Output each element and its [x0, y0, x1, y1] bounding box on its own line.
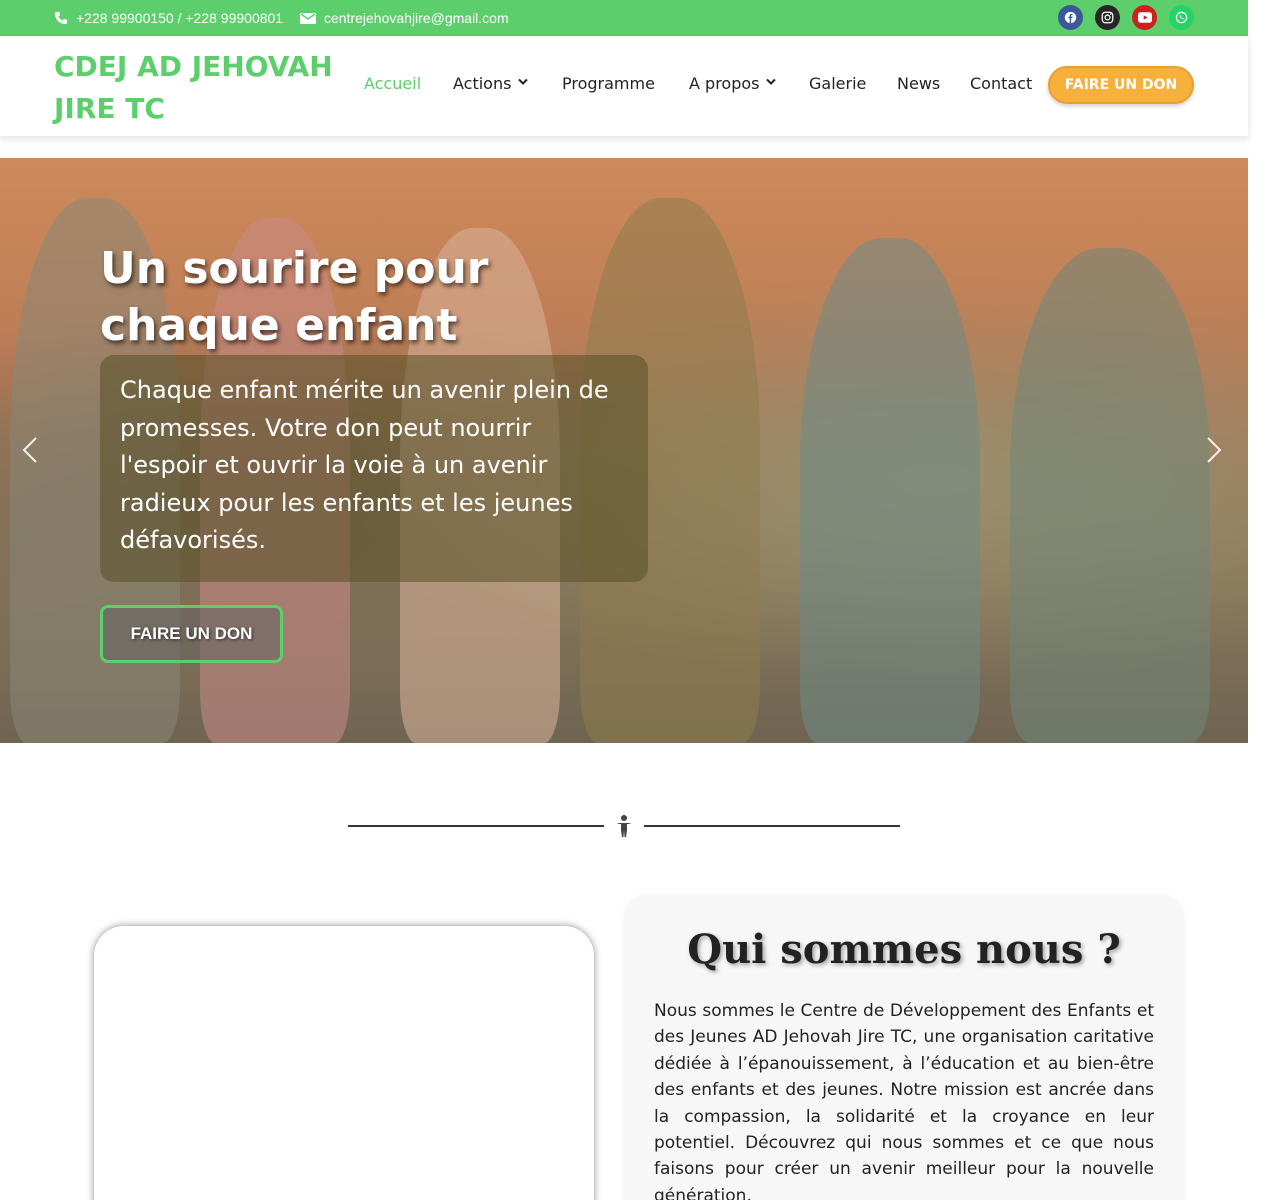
hero-photo-figure [800, 238, 980, 743]
about-section: Qui sommes nous ? Nous sommes le Centre … [624, 896, 1184, 1200]
instagram-icon[interactable] [1095, 5, 1120, 30]
about-text: Nous sommes le Centre de Développement d… [654, 1001, 1154, 1200]
about-title: Qui sommes nous ? [687, 926, 1121, 973]
nav-a-propos[interactable]: A propos [689, 74, 777, 93]
nav-label: Accueil [364, 74, 422, 93]
nav-accueil[interactable]: Accueil [364, 74, 421, 93]
nav-label: Programme [562, 74, 655, 93]
slider-next-icon[interactable] [1206, 436, 1222, 472]
nav-actions[interactable]: Actions [453, 74, 529, 93]
phone-contact[interactable]: +228 99900150 / +228 99900801 [54, 0, 283, 36]
chevron-down-icon [518, 78, 529, 89]
email-icon [300, 13, 316, 24]
nav-label: Contact [970, 74, 1033, 93]
chevron-down-icon [766, 78, 777, 89]
hero-slider: Un sourire pour chaque enfant Chaque enf… [0, 158, 1248, 743]
nav-label: News [897, 74, 941, 93]
hero-text: Chaque enfant mérite un avenir plein de … [120, 376, 609, 554]
child-icon [614, 814, 634, 842]
nav-galerie[interactable]: Galerie [809, 74, 866, 93]
phone-number: +228 99900150 / +228 99900801 [76, 10, 284, 26]
top-bar: +228 99900150 / +228 99900801 centrejeho… [0, 0, 1248, 36]
hero-photo-figure [1010, 248, 1210, 743]
nav-label: Galerie [809, 74, 867, 93]
slider-prev-icon[interactable] [22, 436, 38, 472]
facebook-icon[interactable] [1058, 5, 1083, 30]
nav-news[interactable]: News [897, 74, 940, 93]
youtube-icon[interactable] [1132, 5, 1157, 30]
nav-label: A propos [689, 74, 760, 93]
whatsapp-icon[interactable] [1169, 5, 1194, 30]
hero-donate-button[interactable]: FAIRE UN DON [100, 605, 283, 663]
email-contact[interactable]: centrejehovahjire@gmail.com [300, 0, 509, 36]
nav-contact[interactable]: Contact [970, 74, 1032, 93]
nav-label: Actions [453, 74, 512, 93]
phone-icon [54, 11, 68, 25]
about-image-card [94, 926, 594, 1200]
hero-title: Un sourire pour chaque enfant [100, 243, 489, 351]
social-links [1058, 5, 1194, 30]
email-address: centrejehovahjire@gmail.com [324, 10, 509, 26]
nav-programme[interactable]: Programme [562, 74, 655, 93]
donate-button[interactable]: FAIRE UN DON [1048, 66, 1194, 104]
site-logo[interactable]: CDEJ AD JEHOVAH JIRE TC [54, 46, 354, 130]
divider-line-right [644, 825, 900, 827]
divider-line-left [348, 825, 604, 827]
site-header: CDEJ AD JEHOVAH JIRE TC Accueil Actions … [0, 36, 1248, 136]
